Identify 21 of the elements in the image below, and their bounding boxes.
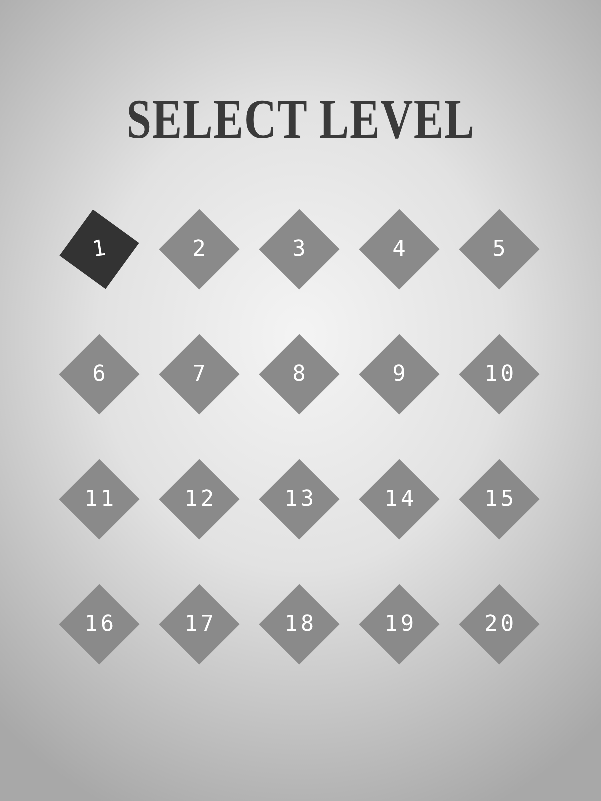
level-button[interactable]: 6 [58,334,140,415]
level-button[interactable]: 2 [158,209,240,290]
level-button[interactable]: 16 [58,584,140,665]
level-button[interactable]: 7 [158,334,240,415]
level-button[interactable]: 13 [258,459,340,540]
level-button[interactable]: 5 [458,209,540,290]
level-button[interactable]: 15 [458,459,540,540]
level-button[interactable]: 10 [458,334,540,415]
level-button[interactable]: 20 [458,584,540,665]
level-button[interactable]: 17 [158,584,240,665]
level-button[interactable]: 19 [358,584,440,665]
level-button[interactable]: 9 [358,334,440,415]
level-button[interactable]: 14 [358,459,440,540]
screen-title: SELECT LEVEL [126,90,475,150]
level-button[interactable]: 3 [258,209,340,290]
level-button[interactable]: 1 [59,210,139,290]
level-button[interactable]: 4 [358,209,440,290]
level-button[interactable]: 11 [58,459,140,540]
level-button[interactable]: 8 [258,334,340,415]
level-button[interactable]: 18 [258,584,340,665]
level-button[interactable]: 12 [158,459,240,540]
